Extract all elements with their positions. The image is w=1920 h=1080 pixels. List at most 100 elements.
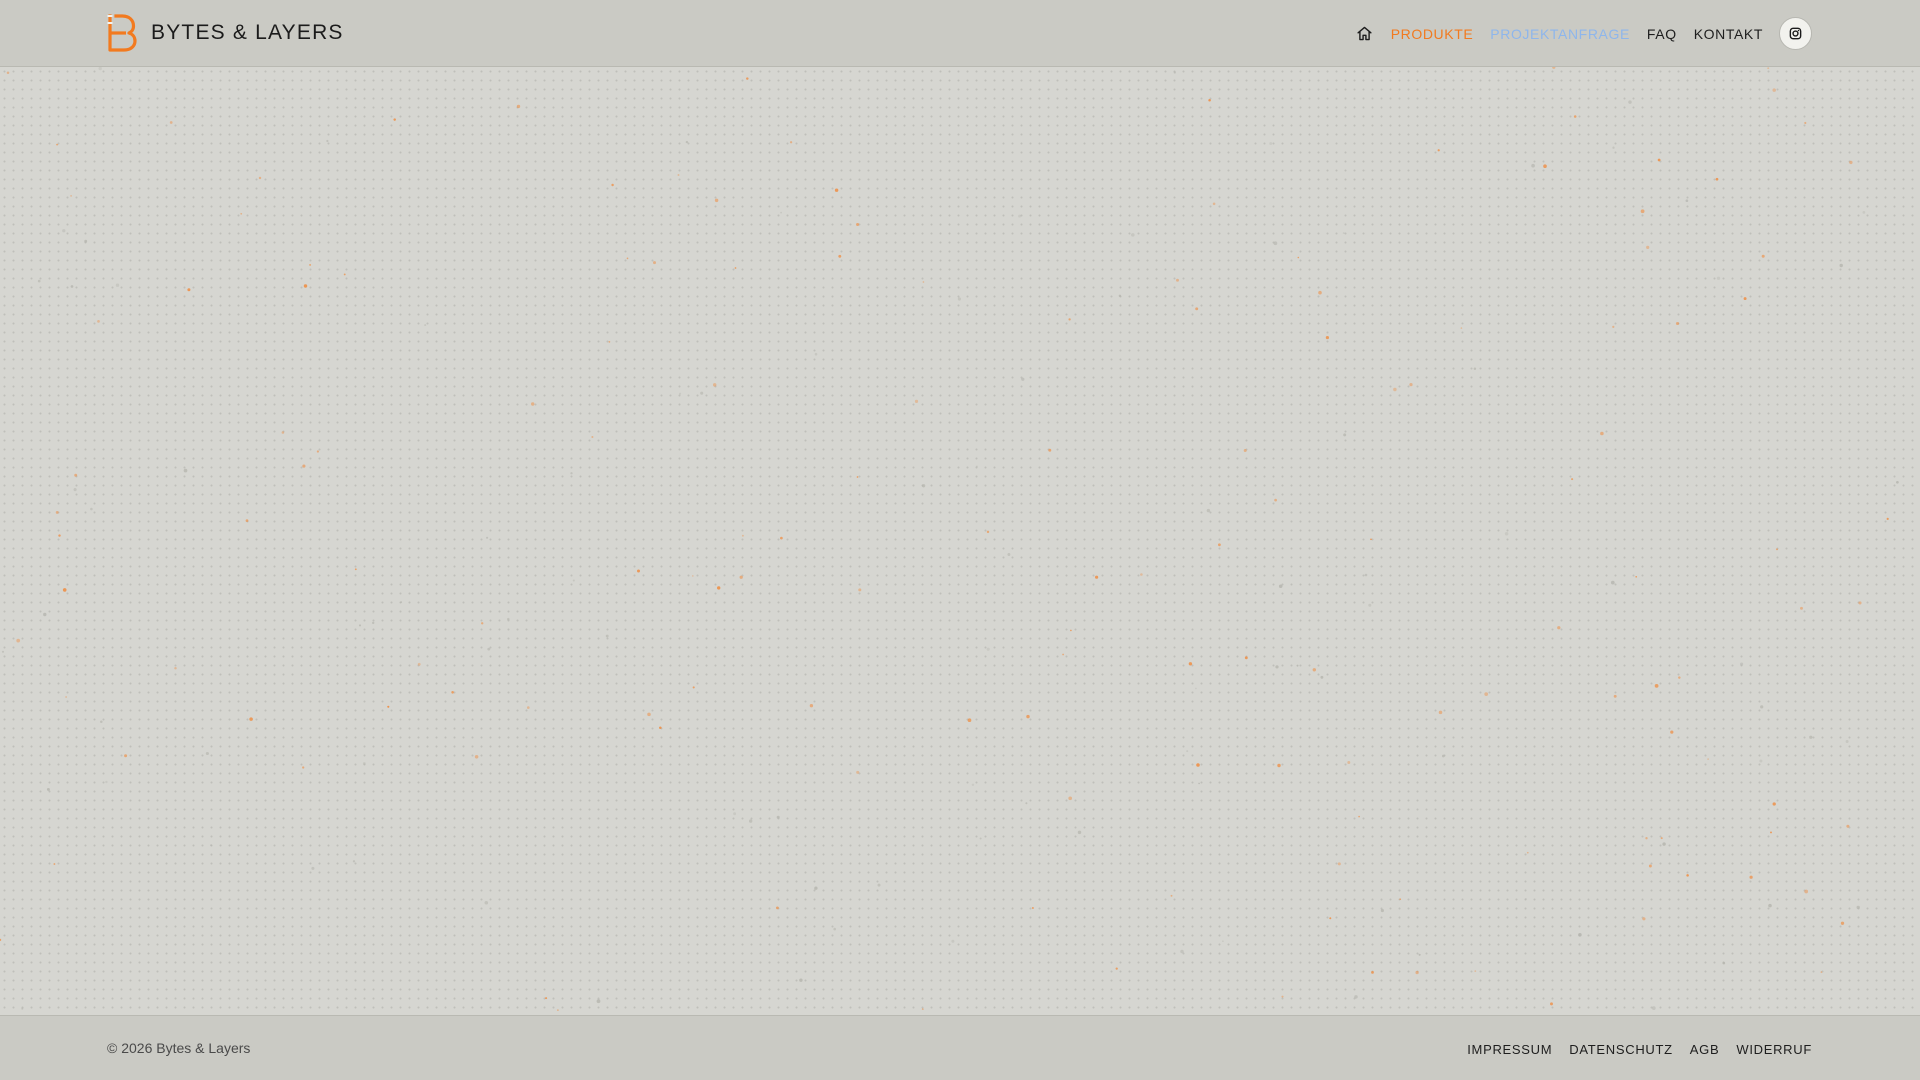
nav-produkte[interactable]: PRODUKTE — [1391, 26, 1474, 42]
particle-dot — [105, 780, 108, 784]
particle-dot — [1600, 431, 1604, 436]
particle-dot — [1380, 909, 1384, 913]
particle-dot — [741, 534, 744, 537]
particle-dot — [531, 402, 535, 406]
particle-dot — [100, 720, 103, 724]
particle-dot — [677, 174, 680, 176]
particle-dot — [921, 1008, 924, 1010]
particle-dot — [809, 704, 814, 708]
particle-dot — [1173, 71, 1176, 74]
particle-dot — [789, 141, 793, 144]
particle-dot — [1772, 88, 1776, 92]
particle-dot — [611, 183, 614, 187]
particle-dot — [653, 261, 656, 265]
particle-dot — [1768, 903, 1772, 908]
particle-dot — [971, 783, 975, 786]
particle-dot — [1613, 694, 1617, 698]
particle-dot — [838, 254, 842, 258]
particle-dot — [1415, 970, 1419, 975]
particle-dot — [1325, 336, 1329, 340]
particle-dot — [1358, 815, 1360, 818]
particle-dot — [37, 279, 41, 283]
nav-kontakt[interactable]: KONTAKT — [1694, 26, 1763, 42]
particle-dot — [1648, 864, 1652, 868]
particle-dot — [1761, 254, 1765, 258]
footer-link-impressum[interactable]: IMPRESSUM — [1467, 1042, 1552, 1057]
particle-dot — [659, 726, 662, 729]
nav-faq[interactable]: FAQ — [1647, 26, 1677, 42]
particle-dot — [1007, 553, 1011, 556]
particle-dot — [1, 650, 5, 653]
particle-dot — [424, 324, 427, 327]
particle-dot — [1206, 508, 1211, 513]
particle-dot — [1140, 573, 1143, 576]
nav-projektanfrage[interactable]: PROJEKTANFRAGE — [1490, 26, 1630, 42]
footer-link-datenschutz[interactable]: DATENSCHUTZ — [1569, 1042, 1673, 1057]
particle-dot — [733, 812, 737, 816]
particle-dot — [516, 104, 521, 109]
bytes-and-layers-logo-icon — [107, 14, 137, 52]
particle-dot — [258, 176, 262, 180]
particle-dot — [975, 465, 978, 468]
particle-dot — [1846, 824, 1850, 828]
particle-dot — [1437, 149, 1440, 152]
footer-link-agb[interactable]: AGB — [1690, 1042, 1720, 1057]
particle-dot — [62, 229, 66, 233]
particle-dot — [311, 866, 315, 870]
particle-dot — [1557, 626, 1561, 630]
brand-home-link[interactable]: BYTES & LAYERS — [107, 14, 344, 52]
particle-dot — [16, 638, 21, 643]
particle-dot — [1409, 383, 1413, 387]
particle-dot — [1473, 367, 1477, 370]
particle-dot — [1856, 905, 1860, 910]
particle-dot — [6, 71, 10, 75]
particle-dot — [1297, 256, 1300, 259]
particle-dot — [1070, 629, 1072, 632]
particle-dot — [43, 612, 47, 617]
particle-dot — [967, 718, 972, 723]
particle-dot — [1368, 603, 1372, 607]
particle-dot — [833, 927, 836, 931]
particle-dot — [1776, 548, 1778, 551]
particle-dot — [1849, 160, 1853, 165]
particle-dot — [21, 1007, 24, 1010]
particle-dot — [1077, 830, 1082, 835]
home-icon — [1357, 26, 1372, 41]
particle-dot — [1269, 142, 1273, 145]
particle-dot — [281, 431, 285, 434]
particle-dot — [316, 450, 320, 453]
particle-dot — [1312, 668, 1317, 672]
particle-dot — [1018, 214, 1022, 218]
particle-dot — [1524, 897, 1527, 900]
particle-dot — [1484, 692, 1489, 696]
particle-dot — [780, 536, 783, 540]
particle-dot — [1578, 933, 1582, 937]
particle-dot — [1654, 684, 1659, 688]
particle-dot — [717, 586, 721, 590]
particle-dot — [74, 473, 78, 477]
particle-dot — [1743, 297, 1747, 301]
particle-dot — [124, 754, 128, 758]
particle-dot — [1208, 98, 1211, 102]
particle-dot — [1707, 758, 1709, 760]
particle-dot — [240, 212, 243, 215]
particle-dot — [371, 621, 375, 625]
particle-dot — [700, 391, 704, 395]
particle-dot — [302, 464, 306, 468]
particle-dot — [53, 863, 56, 865]
particle-dot — [1612, 146, 1615, 149]
particle-dot — [46, 787, 50, 791]
particle-dot — [1188, 662, 1193, 666]
particle-dot — [776, 815, 780, 819]
particle-dot — [526, 706, 530, 709]
particle-dot — [951, 939, 955, 943]
particle-dot — [326, 139, 329, 143]
particle-dot — [1095, 575, 1099, 579]
particle-dot — [1474, 970, 1477, 972]
instagram-button[interactable] — [1779, 17, 1812, 50]
particle-dot — [1460, 327, 1463, 329]
particle-dot — [714, 198, 719, 203]
home-link[interactable] — [1352, 21, 1378, 47]
particle-dot — [1646, 245, 1650, 249]
footer-link-widerruf[interactable]: WIDERRUF — [1736, 1042, 1812, 1057]
